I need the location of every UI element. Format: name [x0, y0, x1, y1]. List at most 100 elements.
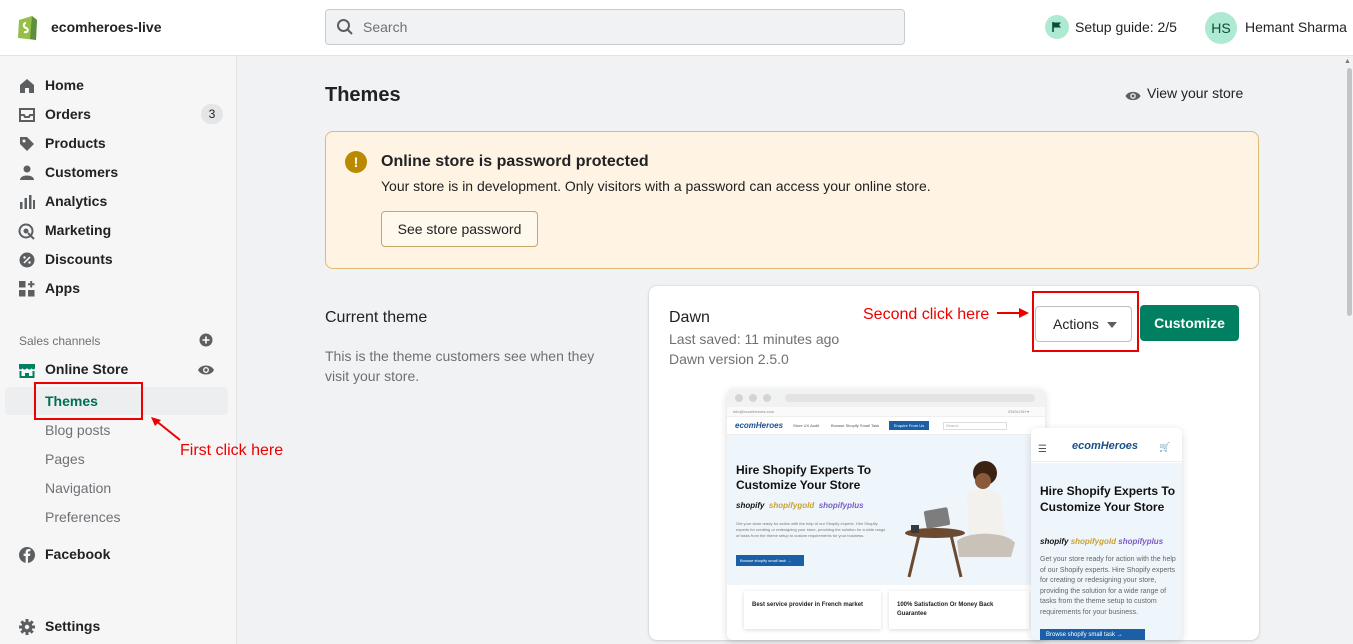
browser-chrome: [727, 389, 1045, 407]
sidebar-item-marketing[interactable]: Marketing: [0, 216, 237, 244]
see-store-password-button[interactable]: See store password: [381, 211, 538, 247]
logo-shopify: shopify: [736, 501, 765, 510]
illustration-woman-laptop-icon: [905, 461, 1015, 578]
sidebar-item-label: Online Store: [45, 361, 129, 377]
facebook-icon: [19, 547, 35, 563]
sidebar-item-analytics[interactable]: Analytics: [0, 187, 237, 215]
service-text: Best service provider in French market: [752, 602, 864, 608]
theme-version: Dawn version 2.5.0: [669, 351, 789, 367]
annotation-box-themes: [34, 382, 143, 420]
view-store-label: View your store: [1147, 85, 1244, 101]
sidebar-item-orders[interactable]: Orders 3: [0, 100, 237, 128]
gear-icon: [19, 619, 35, 635]
banner-message: Your store is in development. Only visit…: [381, 178, 931, 194]
sales-channels-heading: Sales channels: [19, 334, 101, 348]
annotation-box-actions: [1032, 291, 1139, 352]
sidebar-item-home[interactable]: Home: [0, 71, 237, 99]
scroll-up-arrow-icon[interactable]: ▲: [1344, 58, 1351, 65]
preview-language: ENGLISH ▾: [1008, 409, 1029, 414]
hamburger-menu-icon: ☰: [1038, 444, 1047, 455]
search-placeholder: Search: [363, 19, 408, 35]
store-name[interactable]: ecomheroes-live: [51, 19, 162, 35]
mobile-preview[interactable]: ☰ ecomHeroes 🛒 Hire Shopify Experts To C…: [1031, 428, 1182, 640]
marketing-icon: [18, 223, 35, 240]
preview-service-card: Best service provider in French market: [744, 591, 881, 629]
sidebar-item-label: Discounts: [45, 251, 113, 267]
preview-browse-button: Browse shopify small task →: [1040, 629, 1145, 640]
preview-search: Search: [943, 422, 1007, 430]
sidebar-item-discounts[interactable]: Discounts: [0, 245, 237, 273]
preview-service-card: 100% Satisfaction Or Money Back Guarante…: [889, 591, 1029, 629]
discount-icon: [19, 252, 35, 268]
annotation-arrow-icon: [997, 308, 1029, 318]
avatar[interactable]: HS: [1205, 12, 1237, 44]
scrollbar-thumb[interactable]: [1347, 68, 1352, 316]
eye-icon: [1125, 91, 1141, 101]
preview-topline: info@ecomheroes.com ENGLISH ▾: [727, 407, 1045, 417]
sidebar-item-label: Settings: [45, 618, 101, 634]
preview-hero: Hire Shopify Experts To Customize Your S…: [727, 435, 1045, 585]
user-name[interactable]: Hemant Sharma: [1245, 19, 1347, 35]
search-icon: [337, 19, 353, 35]
annotation-first-click: First click here: [180, 442, 284, 459]
shopify-logos: shopify shopifygold shopifyplus: [1040, 537, 1163, 546]
preview-brand-logo: ecomHeroes: [735, 421, 784, 430]
logo-shopify-plus: shopifyplus: [818, 501, 864, 510]
flag-icon[interactable]: [1045, 15, 1069, 39]
sidebar-item-settings[interactable]: Settings: [0, 612, 237, 640]
sidebar-item-label: Products: [45, 135, 106, 151]
orders-count-badge: 3: [201, 104, 223, 124]
page-title: Themes: [325, 84, 401, 106]
sidebar-subitem-blog-posts[interactable]: Blog posts: [45, 422, 110, 438]
preview-paragraph: Get your store ready for action with the…: [736, 521, 886, 538]
password-banner: ! Online store is password protected You…: [325, 131, 1259, 269]
sidebar-item-label: Apps: [45, 280, 80, 296]
analytics-icon: [20, 195, 35, 209]
add-channel-icon[interactable]: [199, 333, 213, 347]
shopify-logo-icon[interactable]: [15, 13, 41, 41]
sidebar-item-apps[interactable]: Apps: [0, 274, 237, 302]
sidebar-item-label: Analytics: [45, 193, 108, 209]
sidebar-item-products[interactable]: Products: [0, 129, 237, 157]
theme-name: Dawn: [669, 309, 710, 326]
customize-button[interactable]: Customize: [1140, 305, 1239, 341]
top-bar: ecomheroes-live Search Setup guide: 2/5 …: [0, 0, 1353, 56]
desktop-preview[interactable]: info@ecomheroes.com ENGLISH ▾ ecomHeroes…: [727, 389, 1045, 640]
preview-brand-logo: ecomHeroes: [1072, 440, 1139, 452]
preview-cta: Enquire From Us: [889, 421, 929, 430]
sidebar-item-customers[interactable]: Customers: [0, 158, 237, 186]
sidebar-item-label: Marketing: [45, 222, 112, 238]
home-icon: [20, 79, 34, 93]
sidebar-item-label: Customers: [45, 164, 119, 180]
sidebar-subitem-navigation[interactable]: Navigation: [45, 480, 111, 496]
preview-nav-link: Store UX Audit: [793, 423, 820, 428]
annotation-second-click: Second click here: [863, 306, 990, 323]
setup-guide-link[interactable]: Setup guide: 2/5: [1075, 19, 1177, 35]
preview-nav-link: Browse Shopify Small Task: [831, 423, 880, 428]
tag-icon: [20, 137, 34, 151]
search-input[interactable]: Search: [325, 9, 905, 45]
preview-headline: Hire Shopify Experts To Customize Your S…: [1040, 484, 1176, 514]
mobile-header: ☰ ecomHeroes 🛒: [1031, 428, 1182, 462]
preview-browse-button: Browse shopify small task →: [736, 555, 804, 566]
current-theme-heading: Current theme: [325, 309, 428, 326]
sidebar-item-facebook[interactable]: Facebook: [0, 540, 237, 568]
warning-icon: !: [345, 151, 367, 173]
logo-shopify: shopify: [1040, 537, 1069, 546]
current-theme-description: This is the theme customers see when the…: [325, 348, 595, 384]
sidebar: Home Orders 3 Products Customers Analyti…: [0, 56, 237, 644]
sidebar-subitem-pages[interactable]: Pages: [45, 451, 85, 467]
shopify-logos: shopify shopifygold shopifyplus: [736, 501, 864, 510]
eye-icon[interactable]: [197, 363, 215, 377]
sidebar-subitem-preferences[interactable]: Preferences: [45, 509, 120, 525]
logo-shopify-plus: shopifyplus: [1118, 537, 1164, 546]
view-store-link[interactable]: View your store: [1125, 85, 1243, 102]
theme-last-saved: Last saved: 11 minutes ago: [669, 331, 840, 347]
orders-icon: [19, 108, 35, 122]
sidebar-item-label: Home: [45, 77, 84, 93]
sidebar-item-label: Facebook: [45, 546, 111, 562]
cart-icon: 🛒: [1159, 442, 1171, 452]
preview-headline: Hire Shopify Experts To Customize Your S…: [736, 463, 872, 492]
logo-shopify-gold: shopifygold: [1070, 537, 1117, 546]
preview-nav: ecomHeroes Store UX Audit Browse Shopify…: [727, 417, 1045, 435]
